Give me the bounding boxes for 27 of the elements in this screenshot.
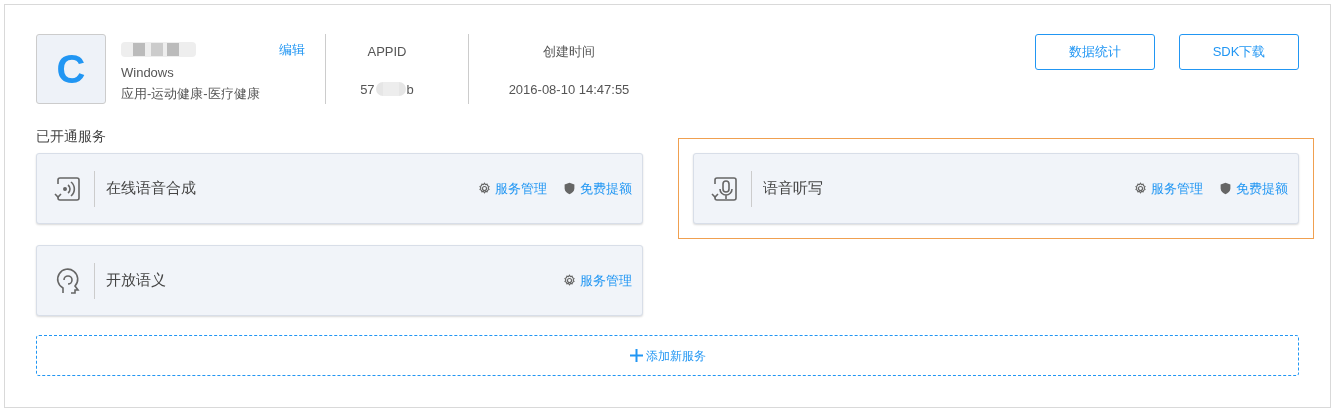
info-value: 2016-08-10 14:47:55 [508, 80, 630, 99]
outline-button[interactable]: SDK下载 [1179, 34, 1299, 70]
service-action-link[interactable]: 服务管理 [1134, 178, 1203, 199]
service-name: 开放语义 [106, 270, 167, 291]
settings-icon [1134, 182, 1147, 195]
info-label: APPID [367, 43, 407, 61]
settings-icon [477, 182, 491, 195]
info-value: b [406, 80, 414, 99]
outline-button[interactable]: 数据统计 [1035, 34, 1155, 70]
plus-icon [629, 349, 643, 362]
service-name: 语音听写 [762, 178, 824, 199]
category-text: 应用-运动健康-医疗健康 [121, 85, 261, 103]
add-service-button[interactable]: 添加新服务 [36, 335, 1299, 376]
info-label: 创建时间 [543, 43, 595, 61]
service-action-link[interactable]: 服务管理 [477, 178, 547, 199]
service-action-link[interactable]: 免费提额 [1219, 178, 1288, 199]
settings-icon [562, 274, 576, 287]
platform-text: Windows [121, 63, 175, 82]
info-value: 57 [360, 80, 375, 99]
section-title: 已开通服务 [36, 127, 107, 146]
service-action-link[interactable]: 免费提额 [562, 178, 632, 199]
service-action-link[interactable]: 服务管理 [562, 270, 632, 291]
service-name: 在线语音合成 [106, 178, 197, 199]
shield-icon [562, 182, 576, 195]
shield-icon [1219, 182, 1232, 195]
app-logo: C [36, 34, 106, 104]
edit-link[interactable]: 编辑 [279, 40, 305, 60]
